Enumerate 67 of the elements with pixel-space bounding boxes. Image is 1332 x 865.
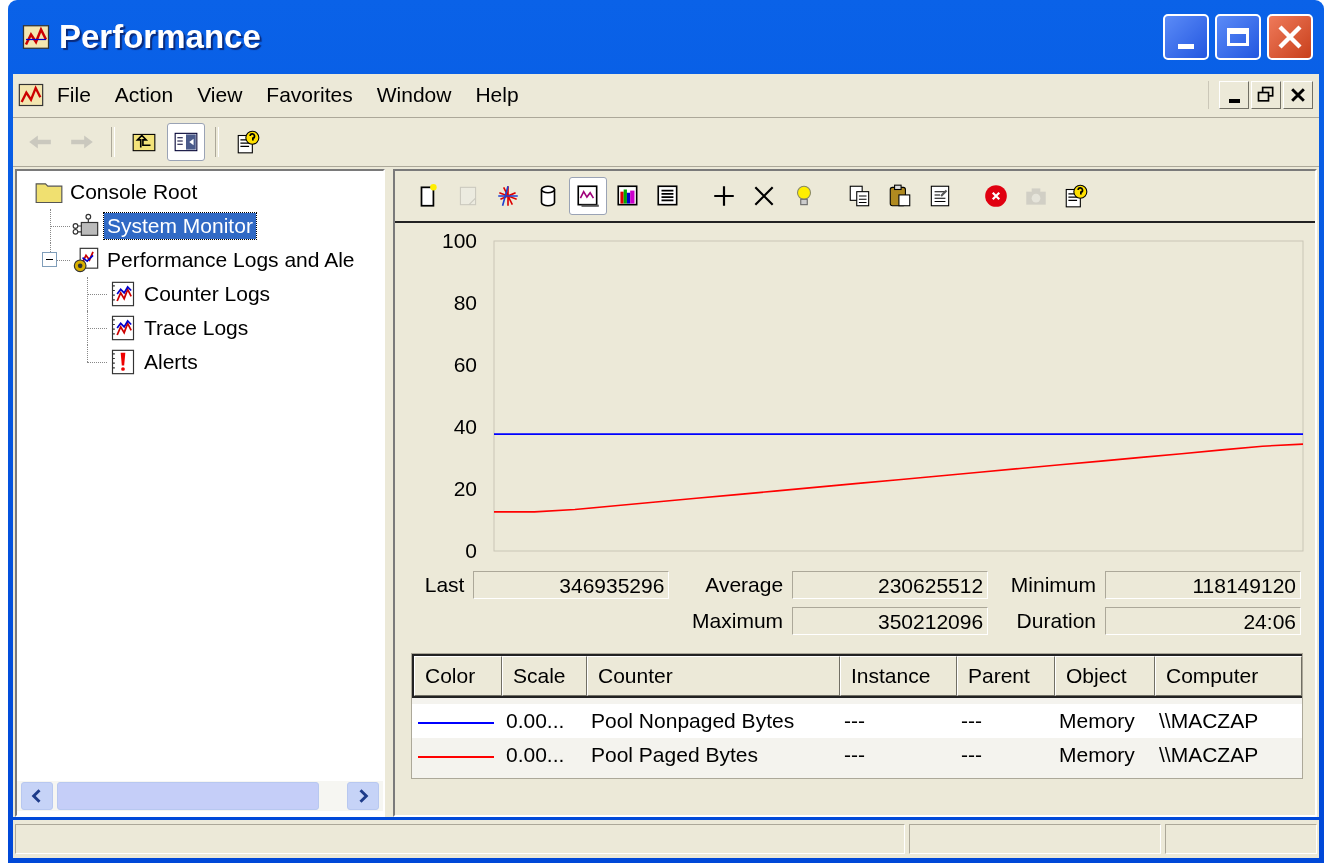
table-cell-text: --- [960,743,983,768]
column-header[interactable]: Instance [840,656,957,697]
table-cell-text: \\MACZAP [1158,743,1260,768]
table-cell-text: --- [843,743,866,768]
menu-item[interactable]: View [185,80,255,111]
table-cell-text: Memory [1058,709,1136,734]
tree-item[interactable]: Performance Logs and Ale [104,247,358,274]
column-header[interactable]: Scale [502,656,587,697]
scrollbar-thumb[interactable] [57,782,319,811]
stat-value: 230625512 [792,571,989,600]
menu-item[interactable]: Action [102,80,186,111]
table-cell-text: 0.00... [505,709,566,734]
stat-label: Average [704,573,784,598]
table-cell-text: \\MACZAP [1158,709,1260,734]
axis-tick-label: 100 [441,231,477,253]
stat-label: Last [423,573,465,598]
stat-value: 350212096 [792,607,989,636]
column-header[interactable]: Parent [957,656,1055,697]
minimize-button[interactable] [1219,81,1249,110]
maximize-button[interactable] [1215,13,1261,60]
view-graph-button[interactable] [569,177,607,216]
stat-value: 346935296 [473,571,670,600]
tree-item[interactable]: Counter Logs [141,281,274,308]
tree-item[interactable]: Trace Logs [141,315,252,342]
column-header[interactable]: Computer [1155,656,1302,697]
tree-item[interactable]: System Monitor [104,213,256,240]
stat-value: 118149120 [1105,571,1301,600]
window-title: Performance [59,17,262,56]
tree-item[interactable]: Alerts [141,349,201,376]
show-hide-tree-button[interactable] [167,123,205,161]
stat-value: 24:06 [1105,607,1301,636]
column-header[interactable]: Counter [587,656,840,697]
help-icon [1063,183,1089,210]
axis-tick-label: 20 [453,477,477,501]
table-cell-text: --- [960,709,983,734]
axis-tick-label: 40 [453,415,477,439]
scroll-left-button[interactable] [21,782,53,811]
menu-item[interactable]: Help [463,80,531,111]
table-cell-text: 0.00... [505,743,566,768]
alert-log-icon [109,348,137,377]
stat-label: Maximum [691,609,784,634]
tree-item[interactable]: Console Root [67,179,201,206]
stat-label: Duration [1015,609,1096,634]
column-header[interactable]: Object [1055,656,1155,697]
menu-item[interactable]: Favorites [254,80,365,111]
gear-chart-icon [72,246,100,275]
help-icon [235,129,261,155]
axis-tick-label: 60 [453,353,477,377]
axis-tick-label: 0 [465,539,477,562]
minimize-icon [1228,99,1240,104]
menu-item[interactable]: File [45,80,103,111]
close-button[interactable] [1283,81,1313,110]
scroll-right-button[interactable] [347,782,379,811]
stop-icon [983,183,1009,210]
collapse-icon[interactable] [42,252,57,268]
column-header[interactable]: Color [414,656,502,697]
menu-item[interactable]: Window [364,80,464,111]
axis-tick-label: 80 [453,291,477,315]
chart-log-icon [109,280,137,309]
table-cell-text: Memory [1058,743,1136,768]
table-cell-text: Pool Paged Bytes [590,743,759,768]
stat-label: Minimum [1009,573,1096,598]
line-chart-icon [575,183,601,210]
chart-log-icon [109,314,137,343]
table-cell-text: Pool Nonpaged Bytes [590,709,796,734]
table-cell-text: --- [843,709,866,734]
restore-button[interactable] [1251,81,1281,110]
